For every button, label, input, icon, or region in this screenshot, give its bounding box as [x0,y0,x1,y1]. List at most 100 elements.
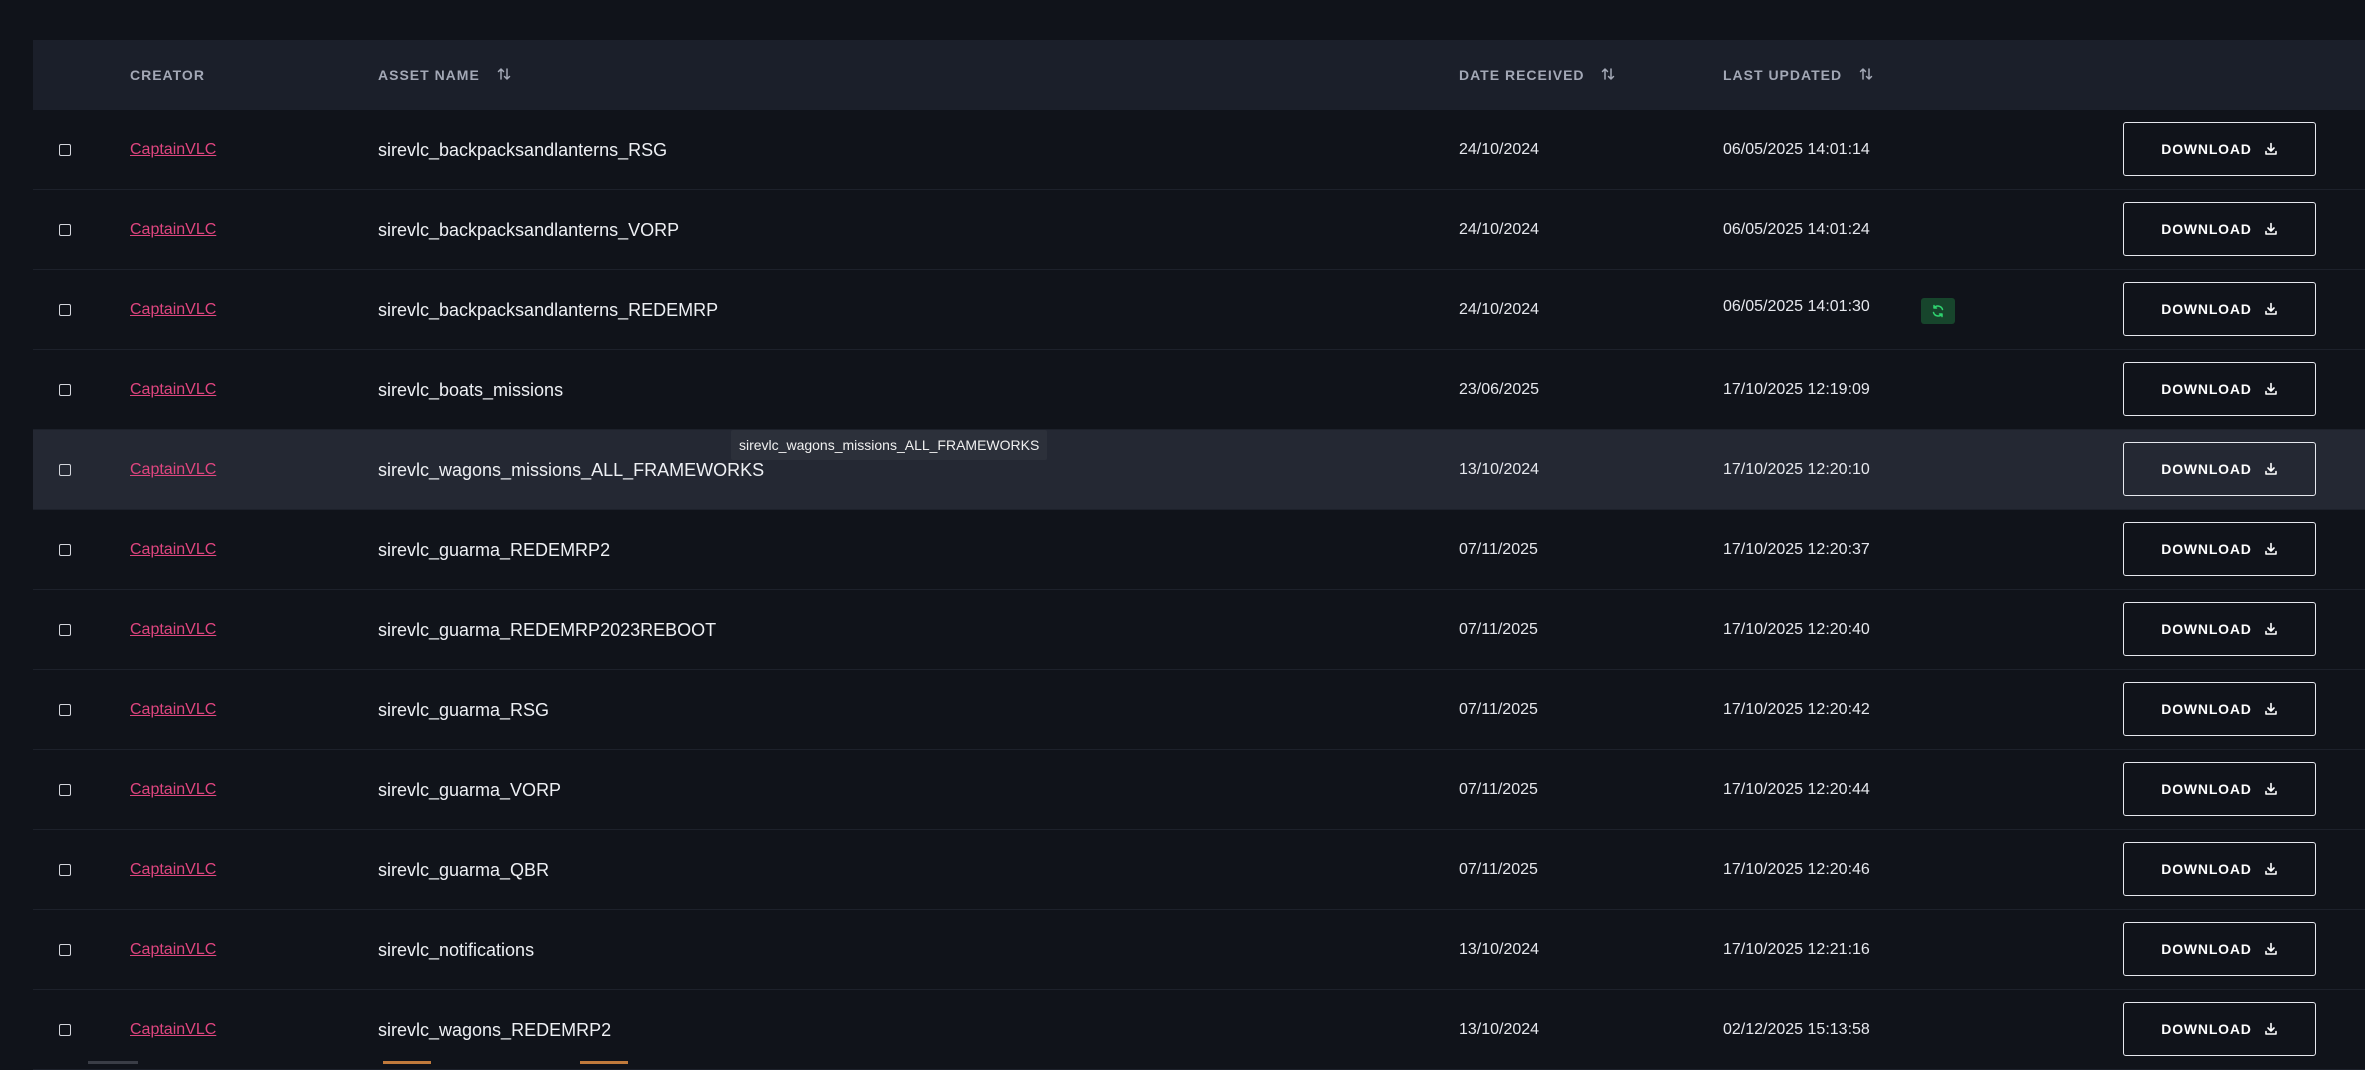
download-button[interactable]: DOWNLOAD [2123,682,2316,736]
creator-link[interactable]: CaptainVLC [130,701,216,718]
download-button[interactable]: DOWNLOAD [2123,522,2316,576]
download-button[interactable]: DOWNLOAD [2123,362,2316,416]
asset-name: sirevlc_guarma_REDEMRP2 [378,540,611,560]
table-row: CaptainVLC sirevlc_guarma_REDEMRP2 07/11/2… [33,510,2365,590]
table-row: CaptainVLC sirevlc_wagons_missions_ALL_FR… [33,430,2365,510]
row-checkbox[interactable] [59,350,139,430]
table-row: CaptainVLC sirevlc_backpacksandlanterns_V… [33,190,2365,270]
sort-icon[interactable] [497,41,511,111]
download-icon [2264,462,2277,475]
download-button[interactable]: DOWNLOAD [2123,202,2316,256]
creator-link[interactable]: CaptainVLC [130,781,216,798]
download-label: DOWNLOAD [2161,221,2252,237]
download-button[interactable]: DOWNLOAD [2123,762,2316,816]
sort-icon[interactable] [1859,41,1873,111]
table-row: CaptainVLC sirevlc_wagons_REDEMRP2 13/10/2… [33,990,2365,1070]
download-button[interactable]: DOWNLOAD [2123,842,2316,896]
assets-table: CREATOR ASSET NAME DATE RECEIVED LAST UP… [33,40,2365,1070]
download-icon [2264,782,2277,795]
row-checkbox[interactable] [59,110,139,190]
column-header-asset-name-label: ASSET NAME [378,67,480,83]
date-received: 07/11/2025 [1459,861,1538,878]
download-label: DOWNLOAD [2161,301,2252,317]
download-label: DOWNLOAD [2161,381,2252,397]
download-button[interactable]: DOWNLOAD [2123,282,2316,336]
date-received: 13/10/2024 [1459,941,1540,958]
creator-cell: CaptainVLC [130,270,216,350]
last-updated: 17/10/2025 12:20:46 [1723,861,1870,878]
creator-link[interactable]: CaptainVLC [130,301,216,318]
last-updated: 06/05/2025 14:01:30 [1723,298,1870,315]
date-received: 07/11/2025 [1459,701,1538,718]
table-row: CaptainVLC sirevlc_guarma_REDEMRP2023REBO… [33,590,2365,670]
creator-cell: CaptainVLC [130,990,216,1070]
refresh-icon[interactable] [1921,298,1955,324]
table-row: CaptainVLC sirevlc_notifications 13/10/202… [33,910,2365,990]
last-updated: 17/10/2025 12:20:42 [1723,701,1870,718]
creator-link[interactable]: CaptainVLC [130,461,216,478]
row-checkbox[interactable] [59,270,139,350]
row-checkbox[interactable] [59,750,139,830]
asset-name: sirevlc_wagons_REDEMRP2 [378,1020,612,1040]
download-label: DOWNLOAD [2161,541,2252,557]
download-label: DOWNLOAD [2161,621,2252,637]
row-checkbox[interactable] [59,910,139,990]
row-checkbox[interactable] [59,830,139,910]
asset-name-tooltip: sirevlc_wagons_missions_ALL_FRAMEWORKS [731,430,1048,460]
creator-link[interactable]: CaptainVLC [130,381,216,398]
table-row: CaptainVLC sirevlc_guarma_VORP 07/11/2025 1… [33,750,2365,830]
column-header-date-received-label: DATE RECEIVED [1459,67,1585,83]
download-icon [2264,1022,2277,1035]
creator-cell: CaptainVLC [130,830,216,910]
creator-link[interactable]: CaptainVLC [130,861,216,878]
row-checkbox[interactable] [59,670,139,750]
row-checkbox[interactable] [59,510,139,590]
column-header-asset-name[interactable]: ASSET NAME [378,40,511,110]
column-header-date-received[interactable]: DATE RECEIVED [1459,40,1615,110]
row-checkbox[interactable] [59,990,139,1070]
last-updated: 06/05/2025 14:01:24 [1723,221,1870,238]
date-received: 13/10/2024 [1459,461,1540,478]
asset-name: sirevlc_guarma_RSG [378,700,550,720]
table-row: CaptainVLC sirevlc_guarma_QBR 07/11/2025 17… [33,830,2365,910]
download-icon [2264,142,2277,155]
last-updated: 17/10/2025 12:19:09 [1723,381,1870,398]
last-updated: 06/05/2025 14:01:14 [1723,141,1870,158]
creator-cell: CaptainVLC [130,190,216,270]
creator-link[interactable]: CaptainVLC [130,941,216,958]
creator-cell: CaptainVLC [130,750,216,830]
table-row: CaptainVLC sirevlc_backpacksandlanterns_R… [33,110,2365,190]
download-label: DOWNLOAD [2161,461,2252,477]
download-label: DOWNLOAD [2161,141,2252,157]
table-row: CaptainVLC sirevlc_backpacksandlanterns_R… [33,270,2365,350]
download-button[interactable]: DOWNLOAD [2123,922,2316,976]
table-header: CREATOR ASSET NAME DATE RECEIVED LAST UP… [33,40,2365,110]
creator-link[interactable]: CaptainVLC [130,1021,216,1038]
creator-link[interactable]: CaptainVLC [130,621,216,638]
creator-link[interactable]: CaptainVLC [130,221,216,238]
asset-name: sirevlc_backpacksandlanterns_REDEMRP [378,300,719,320]
date-received: 07/11/2025 [1459,781,1538,798]
row-checkbox[interactable] [59,430,139,510]
column-header-last-updated[interactable]: LAST UPDATED [1723,40,1873,110]
download-label: DOWNLOAD [2161,781,2252,797]
sort-icon[interactable] [1601,41,1615,111]
asset-name: sirevlc_guarma_QBR [378,860,550,880]
date-received: 07/11/2025 [1459,621,1538,638]
last-updated: 17/10/2025 12:20:10 [1723,461,1870,478]
creator-link[interactable]: CaptainVLC [130,541,216,558]
creator-cell: CaptainVLC [130,350,216,430]
row-checkbox[interactable] [59,190,139,270]
date-received: 24/10/2024 [1459,301,1540,318]
download-button[interactable]: DOWNLOAD [2123,602,2316,656]
creator-link[interactable]: CaptainVLC [130,141,216,158]
download-button[interactable]: DOWNLOAD [2123,442,2316,496]
last-updated: 02/12/2025 15:13:58 [1723,1021,1870,1038]
row-checkbox[interactable] [59,590,139,670]
download-button[interactable]: DOWNLOAD [2123,122,2316,176]
asset-name: sirevlc_wagons_missions_ALL_FRAMEWORKS [378,460,765,480]
download-button[interactable]: DOWNLOAD [2123,1002,2316,1056]
column-header-creator: CREATOR [130,67,205,83]
date-received: 23/06/2025 [1459,381,1540,398]
asset-name: sirevlc_notifications [378,940,535,960]
